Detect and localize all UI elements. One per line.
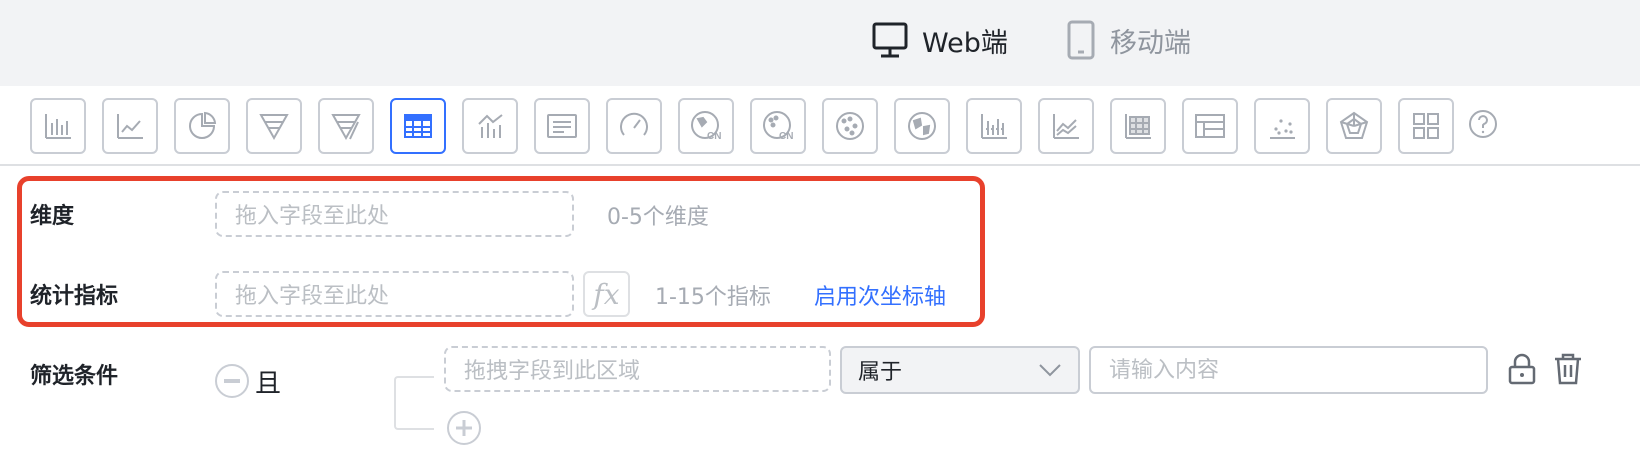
trash-icon[interactable]	[1552, 352, 1584, 386]
text-card-icon	[547, 114, 577, 138]
svg-text:CN: CN	[779, 131, 793, 142]
chart-type-line-chart[interactable]	[102, 98, 158, 154]
world-map-icon	[908, 112, 936, 140]
chart-type-bar-chart[interactable]	[30, 98, 86, 154]
china-map-icon: CN	[691, 111, 721, 142]
formula-button-label: fx	[593, 277, 620, 311]
line-chart-icon	[117, 114, 143, 139]
question-circle-icon[interactable]	[1467, 108, 1499, 140]
bar-chart-icon	[45, 114, 71, 139]
table-icon	[404, 114, 432, 138]
svg-text:CN: CN	[707, 131, 721, 142]
phone-icon	[1067, 20, 1095, 60]
chart-type-world-scatter-map-chart[interactable]	[822, 98, 878, 154]
filter-group-bracket	[394, 376, 434, 430]
filter-operator-value: 属于	[858, 360, 903, 385]
chart-type-bar-line-combo-chart[interactable]	[462, 98, 518, 154]
platform-tab-mobile[interactable]: 移动端	[1066, 18, 1191, 62]
chart-type-text-card[interactable]	[534, 98, 590, 154]
chart-type-table-chart[interactable]	[390, 98, 446, 154]
chart-type-scatter-chart[interactable]	[1254, 98, 1310, 154]
chart-type-radar-chart[interactable]	[1326, 98, 1382, 154]
funnel-slanted-icon	[331, 114, 361, 141]
lock-icon[interactable]	[1506, 352, 1538, 386]
enable-secondary-axis-link[interactable]: 启用次坐标轴	[814, 279, 946, 311]
grid-icon	[1413, 113, 1439, 139]
radar-icon	[1339, 111, 1369, 139]
platform-switcher-bar: Web端 移动端	[0, 0, 1640, 86]
chevron-down-icon	[1039, 364, 1061, 377]
funnel-chart-icon	[259, 114, 289, 141]
chart-type-china-map-chart[interactable]: CN	[678, 98, 734, 154]
chart-type-pivot-table-chart[interactable]	[1182, 98, 1238, 154]
heatmap-icon	[1125, 114, 1151, 139]
filter-label: 筛选条件	[30, 364, 119, 389]
platform-tab-mobile-label: 移动端	[1110, 27, 1191, 59]
chart-type-stacked-bar-chart[interactable]	[966, 98, 1022, 154]
chart-type-china-scatter-map-chart[interactable]: CN	[750, 98, 806, 154]
platform-tab-web[interactable]: Web端	[872, 18, 1008, 62]
dimension-label: 维度	[30, 204, 75, 229]
chart-type-pie-chart[interactable]	[174, 98, 230, 154]
metric-label: 统计指标	[30, 284, 119, 309]
chart-type-funnel-chart[interactable]	[246, 98, 302, 154]
bar-line-combo-icon	[478, 114, 503, 138]
monitor-icon	[872, 22, 908, 58]
plus-circle-icon[interactable]	[446, 410, 482, 446]
dimension-dropzone[interactable]: 拖入字段至此处	[215, 191, 574, 237]
filter-field-dropzone[interactable]: 拖拽字段到此区域	[444, 346, 831, 392]
world-scatter-map-icon	[836, 112, 864, 140]
area-line-icon	[1053, 114, 1079, 139]
china-scatter-map-icon: CN	[763, 111, 793, 142]
metric-dropzone[interactable]: 拖入字段至此处	[215, 271, 574, 317]
platform-tab-web-label: Web端	[922, 27, 1008, 59]
stacked-bar-icon	[981, 114, 1007, 139]
scatter-icon	[1270, 119, 1295, 139]
chart-type-funnel-slanted-chart[interactable]	[318, 98, 374, 154]
chart-type-heatmap-chart[interactable]	[1110, 98, 1166, 154]
chart-type-gauge-chart[interactable]	[606, 98, 662, 154]
filter-operator-select[interactable]: 属于	[840, 346, 1080, 394]
pie-chart-icon	[189, 111, 217, 139]
chart-type-dashboard-grid[interactable]	[1398, 98, 1454, 154]
gauge-icon	[620, 112, 648, 136]
formula-button[interactable]: fx	[583, 271, 630, 317]
chart-type-bar: CN CN	[0, 86, 1640, 166]
dimension-hint: 0-5个维度	[607, 205, 709, 230]
filter-value-input[interactable]	[1089, 346, 1488, 394]
chart-type-area-line-chart[interactable]	[1038, 98, 1094, 154]
filter-logic-label[interactable]: 且	[255, 363, 281, 400]
metric-hint: 1-15个指标	[655, 285, 771, 310]
pivot-table-icon	[1195, 114, 1225, 138]
minus-circle-icon[interactable]	[214, 363, 250, 399]
chart-type-world-map-chart[interactable]	[894, 98, 950, 154]
